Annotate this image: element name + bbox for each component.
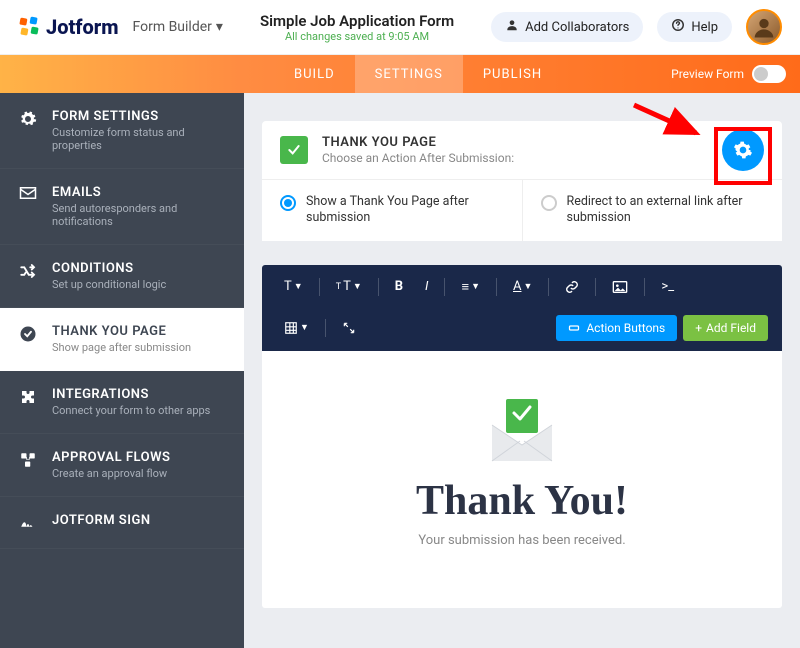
thank-you-settings-button[interactable]	[722, 129, 764, 171]
mail-icon	[18, 186, 38, 200]
avatar[interactable]	[746, 9, 782, 45]
tab-build[interactable]: BUILD	[274, 55, 355, 93]
sidebar-item-thank-you[interactable]: THANK YOU PAGEShow page after submission	[0, 308, 244, 371]
font-size-dropdown[interactable]: TT ▼	[328, 275, 370, 298]
logo[interactable]: Jotform	[18, 15, 119, 39]
check-circle-icon	[18, 325, 38, 343]
check-badge-icon	[280, 136, 308, 164]
expand-button[interactable]	[334, 317, 364, 339]
option-show-thank-you[interactable]: Show a Thank You Page after submission	[262, 180, 523, 241]
shuffle-icon	[18, 262, 38, 280]
settings-sidebar: FORM SETTINGSCustomize form status and p…	[0, 93, 244, 648]
user-icon	[505, 18, 519, 36]
help-button[interactable]: Help	[657, 12, 732, 42]
sidebar-item-approval-flows[interactable]: APPROVAL FLOWSCreate an approval flow	[0, 434, 244, 497]
sidebar-item-conditions[interactable]: CONDITIONSSet up conditional logic	[0, 245, 244, 308]
canvas: THANK YOU PAGE Choose an Action After Su…	[244, 93, 800, 648]
sign-icon	[18, 514, 38, 532]
plus-icon: +	[695, 321, 702, 335]
preview-form-toggle[interactable]: Preview Form	[671, 65, 786, 83]
toggle-switch[interactable]	[752, 65, 786, 83]
tab-bar: BUILD SETTINGS PUBLISH Preview Form	[0, 55, 800, 93]
title-block: Simple Job Application Form All changes …	[237, 12, 477, 43]
sidebar-item-form-settings[interactable]: FORM SETTINGSCustomize form status and p…	[0, 93, 244, 169]
thank-you-preview[interactable]: Thank You! Your submission has been rece…	[262, 351, 782, 608]
italic-button[interactable]: I	[417, 275, 436, 298]
logo-icon	[18, 16, 40, 38]
thank-you-heading[interactable]: Thank You!	[282, 477, 762, 525]
terminal-button[interactable]: >_	[653, 275, 682, 298]
table-dropdown[interactable]: ▼	[276, 317, 317, 339]
editor-toolbar: T ▼ TT ▼ B I ≡ ▼ A ▼ >_ ▼	[262, 265, 782, 351]
annotation-arrow	[630, 99, 710, 145]
add-field-button[interactable]: + Add Field	[683, 315, 768, 341]
envelope-icon	[482, 391, 562, 461]
text-color-dropdown[interactable]: A ▼	[505, 275, 540, 298]
sidebar-item-jotform-sign[interactable]: JOTFORM SIGN	[0, 497, 244, 549]
tab-publish[interactable]: PUBLISH	[463, 55, 562, 93]
help-icon	[671, 18, 685, 36]
option-redirect[interactable]: Redirect to an external link after submi…	[523, 180, 783, 241]
saved-status: All changes saved at 9:05 AM	[237, 30, 477, 43]
panel-subtitle: Choose an Action After Submission:	[322, 151, 514, 165]
panel-title: THANK YOU PAGE	[322, 135, 514, 150]
sidebar-item-integrations[interactable]: INTEGRATIONSConnect your form to other a…	[0, 371, 244, 434]
sidebar-item-emails[interactable]: EMAILSSend autoresponders and notificati…	[0, 169, 244, 245]
link-button[interactable]	[557, 276, 587, 298]
top-bar: Jotform Form Builder ▾ Simple Job Applic…	[0, 0, 800, 55]
after-submit-options: Show a Thank You Page after submission R…	[262, 179, 782, 241]
action-buttons-button[interactable]: Action Buttons	[556, 315, 677, 341]
form-builder-dropdown[interactable]: Form Builder ▾	[133, 19, 223, 35]
form-title[interactable]: Simple Job Application Form	[237, 12, 477, 30]
tab-settings[interactable]: SETTINGS	[355, 55, 463, 93]
gear-icon	[18, 110, 38, 128]
chevron-down-icon: ▾	[216, 19, 223, 35]
radio-off[interactable]	[541, 195, 557, 211]
bold-button[interactable]: B	[387, 275, 411, 298]
add-collaborators-button[interactable]: Add Collaborators	[491, 12, 643, 42]
brand-text: Jotform	[46, 15, 119, 39]
puzzle-icon	[18, 388, 38, 406]
thank-you-editor: T ▼ TT ▼ B I ≡ ▼ A ▼ >_ ▼	[262, 265, 782, 608]
align-dropdown[interactable]: ≡ ▼	[453, 275, 488, 299]
thank-you-subtext[interactable]: Your submission has been received.	[282, 533, 762, 548]
flow-icon	[18, 451, 38, 469]
image-button[interactable]	[604, 276, 636, 298]
radio-on[interactable]	[280, 195, 296, 211]
paragraph-format-dropdown[interactable]: T ▼	[276, 275, 311, 298]
